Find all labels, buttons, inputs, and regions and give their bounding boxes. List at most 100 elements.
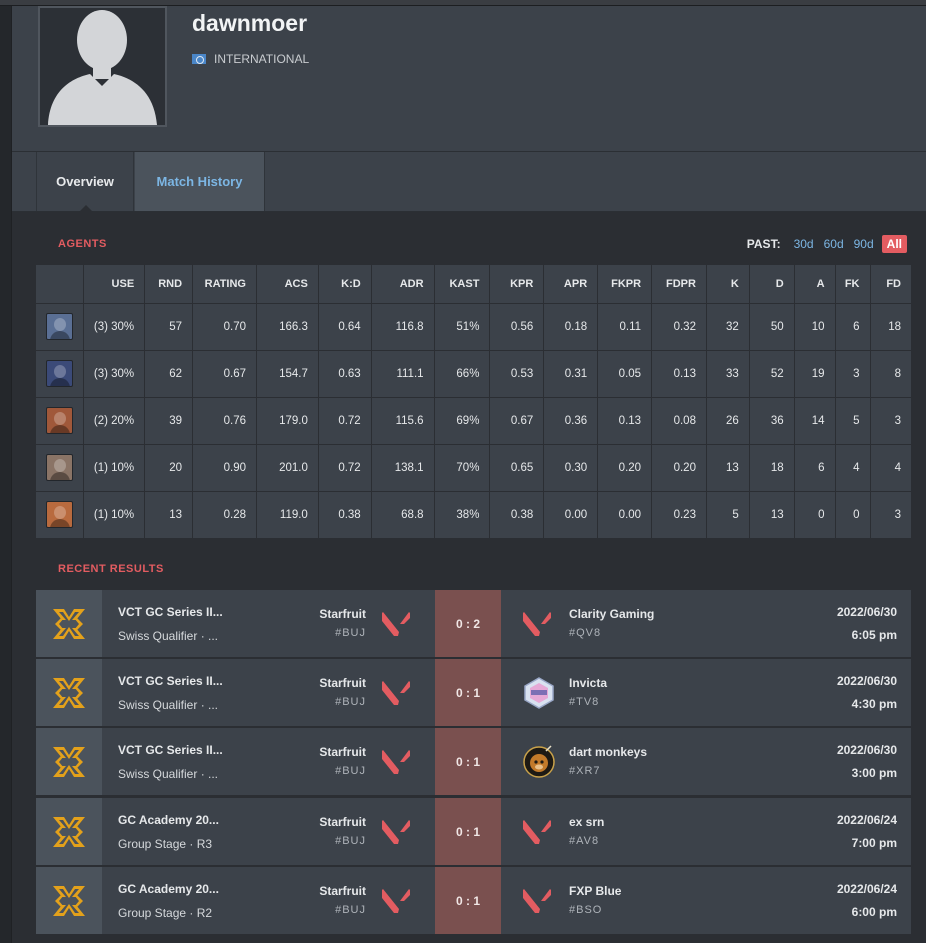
table-row: (2) 20% 39 0.76 179.0 0.72 115.6 69% 0.67 0.36 0.… — [36, 397, 911, 445]
match-score: 0 : 1 — [435, 798, 501, 865]
team2-tag: #QV8 — [569, 627, 602, 639]
agent-cell — [36, 303, 84, 351]
column-header-adr: ADR — [370, 265, 435, 304]
stat-cell: 115.6 — [370, 397, 435, 445]
team2-logo — [522, 676, 556, 710]
valorant-logo-icon — [523, 612, 551, 636]
stat-cell: 0.13 — [651, 350, 707, 398]
stat-cell: 0.38 — [489, 491, 544, 539]
tab-match-history[interactable]: Match History — [135, 152, 265, 211]
match-result-row[interactable]: VCT GC Series II... Swiss Qualifier · ...… — [36, 590, 911, 657]
vct-challengers-logo-icon — [53, 746, 85, 777]
team2-logo — [522, 745, 556, 779]
un-flag-icon — [192, 54, 206, 64]
stat-cell: 0.08 — [651, 397, 707, 445]
match-score: 0 : 2 — [435, 590, 501, 657]
stat-cell: 0.05 — [597, 350, 652, 398]
match-result-row[interactable]: VCT GC Series II... Swiss Qualifier · ...… — [36, 659, 911, 726]
agent-column-header — [36, 265, 84, 304]
agent-cell — [36, 491, 84, 539]
team1-tag: #BUJ — [335, 835, 366, 847]
event-name: GC Academy 20... — [118, 813, 219, 827]
match-result-row[interactable]: VCT GC Series II... Swiss Qualifier · ...… — [36, 728, 911, 795]
stat-cell: 0.64 — [317, 303, 372, 351]
team2-tag: #TV8 — [569, 696, 600, 708]
stat-cell: 0.00 — [597, 491, 652, 539]
stat-cell: (2) 20% — [83, 397, 145, 445]
stat-cell: 33 — [705, 350, 750, 398]
valorant-logo-icon — [382, 612, 410, 636]
column-header-fkpr: FKPR — [597, 265, 652, 304]
agents-section-title: AGENTS — [58, 238, 107, 250]
stat-cell: 5 — [705, 491, 750, 539]
stat-cell: 18 — [748, 444, 795, 492]
event-stage: Group Stage · R2 — [118, 906, 213, 920]
agents-header-row: USE RND RATING ACS K:D ADR KAST KPR APR FKPR FDPR K… — [36, 265, 911, 304]
stat-cell: 6 — [793, 444, 836, 492]
stat-cell: 0.72 — [317, 397, 372, 445]
filter-all[interactable]: All — [881, 235, 907, 253]
event-name: GC Academy 20... — [118, 882, 219, 896]
tab-overview[interactable]: Overview — [36, 152, 134, 212]
stat-cell: 26 — [705, 397, 750, 445]
stat-cell: 13 — [144, 491, 193, 539]
stat-cell: 10 — [793, 303, 836, 351]
player-header: dawnmoer INTERNATIONAL — [12, 6, 926, 152]
stat-cell: 0.20 — [651, 444, 707, 492]
stat-cell: 0.65 — [489, 444, 544, 492]
dart-monkeys-logo-icon — [523, 745, 555, 778]
stat-cell: 18 — [869, 303, 911, 351]
invicta-logo-icon — [524, 677, 554, 709]
left-rail — [0, 6, 12, 943]
team1-tag: #BUJ — [335, 904, 366, 916]
stat-cell: 119.0 — [256, 491, 319, 539]
stat-cell: 0.67 — [489, 397, 544, 445]
match-date: 2022/06/24 — [836, 813, 897, 827]
column-header-fdpr: FDPR — [651, 265, 707, 304]
stat-cell: 0.63 — [317, 350, 372, 398]
stat-cell: 13 — [705, 444, 750, 492]
stat-cell: 0.11 — [597, 303, 652, 351]
stat-cell: (3) 30% — [83, 303, 145, 351]
stat-cell: 32 — [705, 303, 750, 351]
team1-name: Starfruit — [319, 884, 366, 898]
table-row: (1) 10% 13 0.28 119.0 0.38 68.8 38% 0.38 0.00 0.0… — [36, 491, 911, 539]
team1-logo — [381, 679, 411, 707]
filter-60d[interactable]: 60d — [819, 237, 849, 251]
valorant-logo-icon — [382, 681, 410, 705]
agent-portrait-5-icon — [46, 501, 74, 528]
column-header-use: USE — [83, 265, 145, 304]
filter-30d[interactable]: 30d — [789, 237, 819, 251]
stat-cell: 0.76 — [192, 397, 257, 445]
stat-cell: (1) 10% — [83, 491, 145, 539]
match-score: 0 : 1 — [435, 867, 501, 934]
stat-cell: 0.32 — [651, 303, 707, 351]
column-header-acs: ACS — [256, 265, 319, 304]
event-stage: Swiss Qualifier · ... — [118, 698, 219, 712]
filter-90d[interactable]: 90d — [849, 237, 879, 251]
stat-cell: 0.67 — [192, 350, 257, 398]
valorant-logo-icon — [382, 750, 410, 774]
match-score: 0 : 1 — [435, 659, 501, 726]
stat-cell: 0 — [834, 491, 870, 539]
stat-cell: 0.23 — [651, 491, 707, 539]
column-header-kd: K:D — [317, 265, 372, 304]
event-stage: Swiss Qualifier · ... — [118, 629, 219, 643]
country-label: INTERNATIONAL — [214, 52, 310, 66]
match-time: 3:00 pm — [851, 766, 897, 780]
stat-cell: 166.3 — [256, 303, 319, 351]
stat-cell: 0.13 — [597, 397, 652, 445]
past-label: PAST: — [746, 237, 781, 251]
stat-cell: 5 — [834, 397, 870, 445]
column-header-apr: APR — [543, 265, 598, 304]
stat-cell: 0.90 — [192, 444, 257, 492]
team1-name: Starfruit — [319, 607, 366, 621]
match-time: 4:30 pm — [851, 697, 897, 711]
match-result-row[interactable]: GC Academy 20... Group Stage · R2 Starfrui… — [36, 867, 911, 934]
team2-logo — [522, 815, 556, 849]
event-logo — [36, 867, 102, 934]
agent-cell — [36, 350, 84, 398]
team2-name: dart monkeys — [569, 745, 648, 759]
match-result-row[interactable]: GC Academy 20... Group Stage · R3 Starfrui… — [36, 798, 911, 865]
recent-results-title: RECENT RESULTS — [58, 563, 164, 575]
